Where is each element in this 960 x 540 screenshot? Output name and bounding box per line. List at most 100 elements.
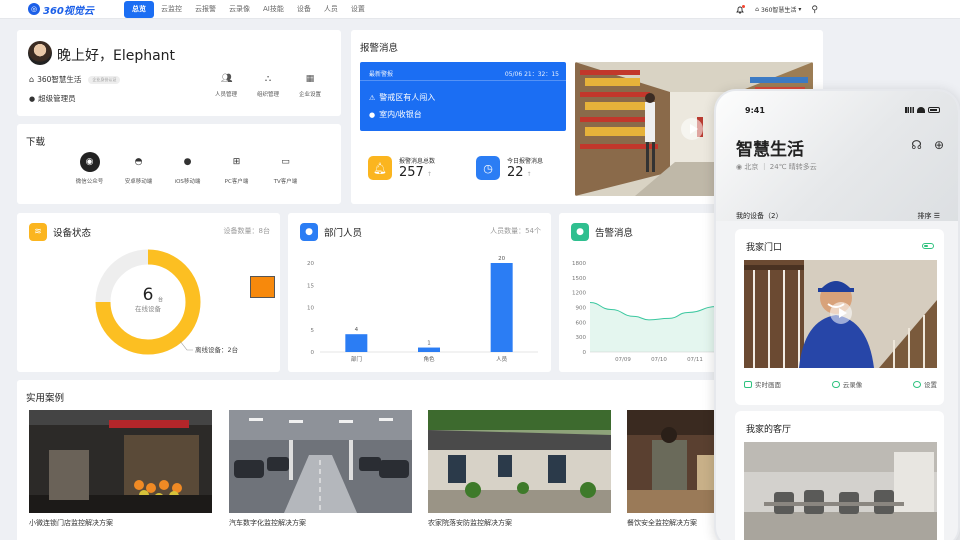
online-device-label: 在线设备 [135,304,162,313]
device-name: 我家门口 [746,243,783,253]
apple-icon: ● [183,157,192,167]
y-tick-label: 20 [307,261,314,267]
download-item-label: iOS移动端 [174,179,201,185]
device-live-image[interactable] [744,442,937,540]
store-illustration [29,410,212,513]
sort-button[interactable]: 排序 ☰ [917,211,940,221]
case-item[interactable]: 小微连锁门店监控解决方案 [29,410,212,528]
alarm-today-value: 22 ↑ [507,165,532,180]
courtyard-illustration [428,410,611,513]
download-card: 下载 ◉ 微信公众号 ◓ 安卓移动端 ● iOS移动端 ⊞ PC客户端 ▭ TV客户端 [17,124,341,204]
logo-icon: ◎ [28,3,40,15]
x-tick-label: 07/09 [615,357,631,363]
nav-item[interactable]: 设置 [345,1,371,18]
download-item[interactable]: ● iOS移动端 [163,152,212,185]
add-icon[interactable]: ⊕ [934,138,944,152]
device-actions: 实时画面 云录像 设置 [744,379,937,389]
device-card[interactable]: 我家门口 实时画面 云录像 设置 [735,229,944,405]
y-tick-label: 1500 [572,276,586,282]
greeting-card: 晚上好，Elephant ⌂ 360智慧生活 企业身份认证 ● 超级管理员 👥︎… [17,30,341,116]
y-tick-label: 10 [307,306,314,312]
org-icon: ⛬ [264,74,272,84]
phone-time: 9:41 [745,106,765,115]
latest-alarm-time: 05/06 21：32：15 [504,71,559,78]
download-title: 下载 [26,137,46,148]
windows-icon: ⊞ [232,157,241,167]
latest-alarm-panel[interactable]: 最新警报 05/06 21：32：15 ⚠ 警戒区有人闯入 ● 室内/收银台 [360,62,566,131]
download-item[interactable]: ◓ 安卓移动端 [114,152,163,185]
camera-icon [744,380,752,388]
parking-illustration [229,410,412,513]
logo[interactable]: ◎ 360视觉云 [28,2,124,17]
divider [360,80,566,81]
avatar[interactable] [28,41,52,65]
device-card[interactable]: 我家的客厅 [735,411,944,540]
verified-badge: 企业身份认证 [88,75,121,84]
offline-slice [95,249,149,303]
y-tick-label: 15 [307,283,314,289]
home-icon: ⌂ [755,6,759,13]
org-row: ⌂ 360智慧生活 企业身份认证 [29,74,121,85]
greeting-actions: 👥︎ 人员管理 ⛬ 组织管理 ▦ 企业设置 [205,74,331,98]
live-view-button[interactable]: 实时画面 [744,379,781,389]
y-tick-label: 900 [576,306,587,312]
up-arrow-icon: ↑ [526,171,532,178]
up-arrow-icon: ↑ [426,171,432,178]
user-icon: ● [29,94,36,103]
android-icon: ◓ [134,157,143,167]
download-item[interactable]: ◉ 微信公众号 [65,152,114,185]
user-icon[interactable]: ⚲ [811,5,818,15]
nav-item[interactable]: 云报警 [189,1,222,18]
settings-button[interactable]: 设置 [913,379,937,389]
signal-icon [905,107,914,113]
online-device-unit: 台 [158,296,163,303]
device-status-donut: 6 台 在线设备 离线设备：2台 [95,249,238,355]
alarm-icon: ⚠ [369,93,376,102]
department-card: ● 部门人员 人员数量：54个 0 5 10 15 20 4 部门 1 角色 20 人员 [288,213,551,372]
cloud-icon [831,380,840,388]
bell-icon[interactable] [735,4,746,15]
latest-alarm-event: ⚠ 警戒区有人闯入 [369,92,435,103]
greeting-action[interactable]: 👥︎ 人员管理 [205,74,247,98]
download-item[interactable]: ⊞ PC客户端 [212,152,261,185]
nav-item[interactable]: 云监控 [155,1,188,18]
color-swatch [250,276,275,298]
settings-icon [913,380,921,388]
play-icon[interactable] [830,302,852,324]
bar [345,334,368,352]
x-tick-label: 角色 [423,355,435,363]
device-live-image[interactable] [744,260,937,368]
case-item[interactable]: 餐饮安全监控解决方案 [627,410,727,528]
alarm-total-stat[interactable]: 🔔︎ 报警消息总数 257 ↑ [368,156,435,180]
download-items: ◉ 微信公众号 ◓ 安卓移动端 ● iOS移动端 ⊞ PC客户端 ▭ TV客户端 [65,152,310,185]
org-switcher[interactable]: ⌂ 360智慧生活 ▾ [755,5,801,14]
main-nav: 总览 云监控 云报警 云录像 AI技能 设备 人员 设置 [124,0,372,19]
nav-item[interactable]: 总览 [124,0,154,18]
case-item[interactable]: 农家院落安防监控解决方案 [428,410,611,528]
headset-icon[interactable]: ☊ [911,138,922,152]
play-icon[interactable] [681,118,703,140]
download-item[interactable]: ▭ TV客户端 [261,152,310,185]
greeting-action[interactable]: ⛬ 组织管理 [247,74,289,98]
bar-value-label: 1 [427,341,431,347]
alarm-title: 报警消息 [360,43,399,54]
greeting-action[interactable]: ▦ 企业设置 [289,74,331,98]
nav-item[interactable]: 设备 [291,1,317,18]
nav-item[interactable]: 人员 [318,1,344,18]
bar-value-label: 20 [498,256,505,262]
y-tick-label: 600 [576,320,587,326]
device-toggle[interactable] [922,243,934,249]
x-tick-label: 部门 [351,355,362,363]
case-item[interactable]: 汽车数字化监控解决方案 [229,410,412,528]
phone-actions: ☊ ⊕ [911,138,944,152]
y-tick-label: 0 [583,350,587,356]
wechat-icon: ◉ [79,152,100,172]
nav-item[interactable]: AI技能 [257,1,290,18]
nav-item[interactable]: 云录像 [223,1,256,18]
case-label: 餐饮安全监控解决方案 [627,519,697,527]
download-item-label: 安卓移动端 [124,179,153,185]
latest-alarm-location: ● 室内/收银台 [369,109,422,120]
case-image [229,410,412,513]
alarm-today-stat[interactable]: ◷ 今日报警消息 22 ↑ [476,156,543,180]
cloud-record-button[interactable]: 云录像 [831,379,862,389]
